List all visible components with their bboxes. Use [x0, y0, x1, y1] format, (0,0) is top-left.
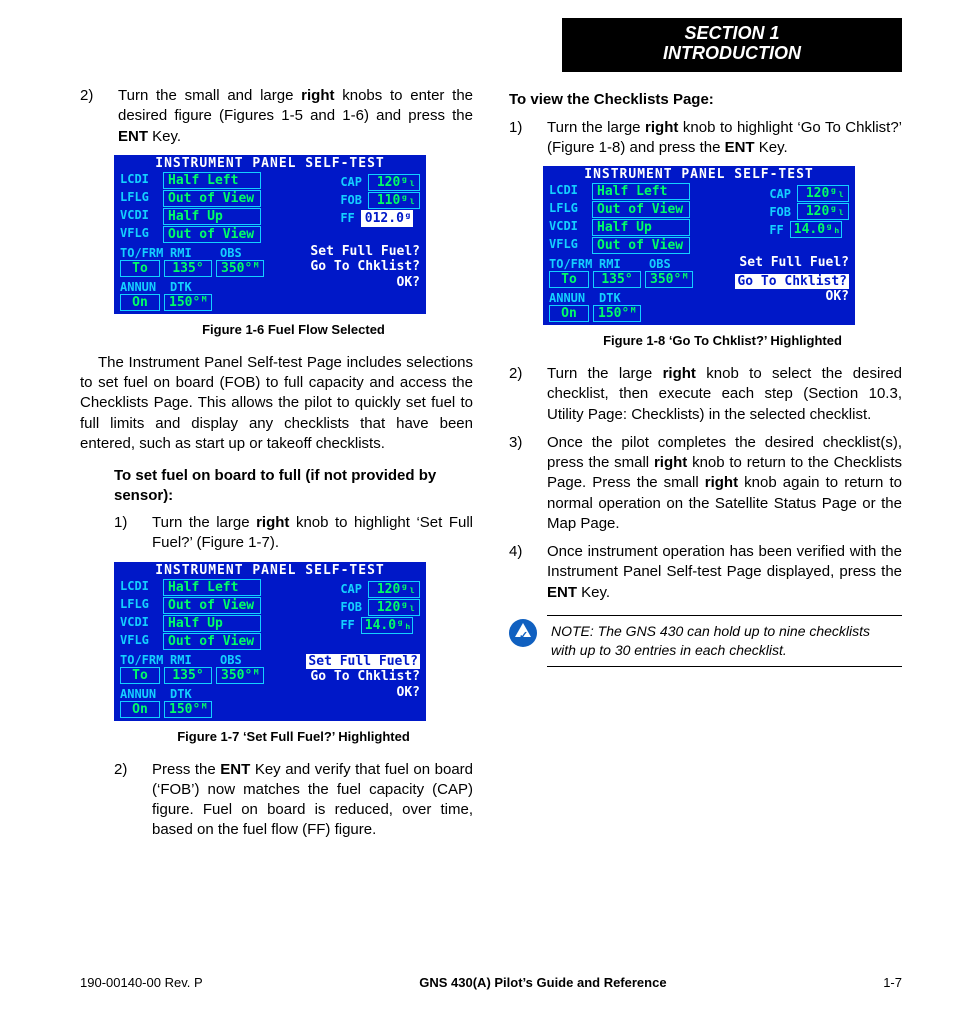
note-block: NOTE: The GNS 430 can hold up to nine ch…	[509, 615, 902, 667]
content-columns: 2) Turn the small and large right knobs …	[80, 86, 902, 849]
footer-left: 190-00140-00 Rev. P	[80, 975, 203, 990]
subhead-checklists: To view the Checklists Page:	[509, 90, 902, 110]
figure-1-8-caption: Figure 1-8 ‘Go To Chklist?’ Highlighted	[543, 333, 902, 348]
panel-fig8: INSTRUMENT PANEL SELF-TEST LCDIHalf Left…	[543, 166, 855, 325]
left-column: 2) Turn the small and large right knobs …	[80, 86, 473, 849]
right-column: To view the Checklists Page: 1) Turn the…	[509, 86, 902, 849]
fuel-step-2: 2) Press the ENT Key and verify that fue…	[114, 760, 473, 841]
go-to-chklist-highlighted: Go To Chklist?	[735, 274, 849, 290]
figure-1-8: INSTRUMENT PANEL SELF-TEST LCDIHalf Left…	[543, 166, 902, 348]
ff-value-highlighted: 012.0ᵍₕ	[361, 210, 413, 227]
figure-1-6-caption: Figure 1-6 Fuel Flow Selected	[114, 322, 473, 337]
fuel-step-1: 1) Turn the large right knob to highligh…	[114, 513, 473, 554]
set-full-fuel-highlighted: Set Full Fuel?	[306, 654, 420, 670]
figure-1-7-caption: Figure 1-7 ‘Set Full Fuel?’ Highlighted	[114, 729, 473, 744]
section-header: SECTION 1 INTRODUCTION	[562, 18, 902, 72]
chk-step-1: 1) Turn the large right knob to highligh…	[509, 118, 902, 159]
footer-mid: GNS 430(A) Pilot’s Guide and Reference	[419, 975, 666, 990]
chk-step-2: 2) Turn the large right knob to select t…	[509, 364, 902, 425]
note-icon	[509, 619, 537, 647]
note-text: NOTE: The GNS 430 can hold up to nine ch…	[547, 615, 902, 667]
subhead-set-fuel: To set fuel on board to full (if not pro…	[114, 466, 473, 505]
page-footer: 190-00140-00 Rev. P GNS 430(A) Pilot’s G…	[80, 975, 902, 990]
left-step-2: 2) Turn the small and large right knobs …	[80, 86, 473, 147]
panel-fig7: INSTRUMENT PANEL SELF-TEST LCDIHalf Left…	[114, 562, 426, 721]
header-line2: INTRODUCTION	[562, 44, 902, 64]
body-paragraph: The Instrument Panel Self-test Page incl…	[80, 353, 473, 454]
chk-step-3: 3) Once the pilot completes the desired …	[509, 433, 902, 534]
footer-right: 1-7	[883, 975, 902, 990]
panel-fig6: INSTRUMENT PANEL SELF-TEST LCDIHalf Left…	[114, 155, 426, 314]
chk-step-4: 4) Once instrument operation has been ve…	[509, 542, 902, 603]
figure-1-7: INSTRUMENT PANEL SELF-TEST LCDIHalf Left…	[114, 562, 473, 744]
header-line1: SECTION 1	[562, 24, 902, 44]
figure-1-6: INSTRUMENT PANEL SELF-TEST LCDIHalf Left…	[114, 155, 473, 337]
